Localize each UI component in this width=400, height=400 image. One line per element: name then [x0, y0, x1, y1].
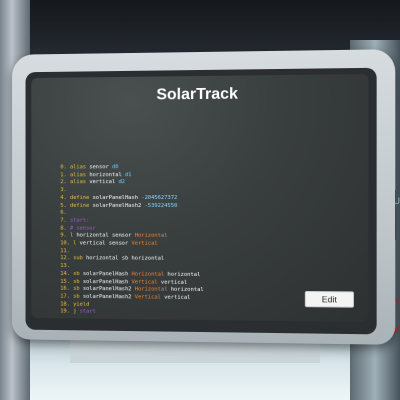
- code-token: vertical: [164, 294, 191, 301]
- code-token: vertical: [89, 179, 119, 186]
- code-token: Horizontal: [131, 271, 168, 278]
- code-token: sb: [121, 255, 132, 262]
- computer-monitor: SolarTrack 0. alias sensor d0 1. alias ho…: [12, 49, 396, 345]
- code-line: 2. alias vertical d2: [60, 179, 258, 187]
- code-token: start: [79, 308, 96, 316]
- code-token: Vertical: [131, 240, 158, 247]
- code-token: sensor: [111, 233, 135, 240]
- line-number: 6.: [60, 210, 70, 216]
- code-line: 5. define solarPanelHash2 -539224550: [60, 202, 258, 210]
- line-number: 1.: [60, 172, 70, 178]
- code-token: horizontal: [170, 286, 204, 294]
- line-number: 7.: [60, 217, 70, 224]
- code-token: sb: [73, 270, 83, 277]
- line-number: 17.: [60, 293, 74, 300]
- code-token: sensor: [108, 240, 132, 247]
- line-number: 11.: [60, 248, 74, 255]
- code-token: alias: [69, 179, 90, 186]
- line-number: 3.: [60, 187, 70, 194]
- line-number: 18.: [60, 301, 74, 308]
- code-token: horizontal: [76, 232, 112, 239]
- code-token: sb: [73, 293, 83, 300]
- code-token: sb: [73, 278, 83, 285]
- line-number: 15.: [60, 278, 74, 285]
- code-token: solarPanelHash: [82, 270, 132, 278]
- code-token: d1: [125, 171, 132, 178]
- line-number: 10.: [60, 240, 74, 247]
- line-number: 9.: [60, 232, 70, 239]
- code-token: vertical: [160, 279, 188, 286]
- code-token: solarPanelHash: [92, 194, 142, 201]
- code-token: horizontal: [167, 271, 201, 278]
- code-token: sb: [73, 286, 83, 293]
- code-token: horizontal: [86, 255, 122, 262]
- code-line: 3.: [60, 187, 258, 195]
- code-token: yield: [73, 301, 90, 308]
- code-token: alias: [69, 171, 90, 178]
- code-token: # sensor: [69, 225, 96, 232]
- code-token: -2045627372: [141, 194, 178, 201]
- line-number: 0.: [60, 164, 70, 171]
- line-number: 13.: [60, 263, 74, 270]
- code-token: horizontal: [89, 171, 126, 178]
- code-token: Vertical: [134, 294, 165, 301]
- code-token: define: [69, 202, 93, 209]
- code-token: alias: [69, 164, 90, 171]
- line-number: 4.: [60, 194, 70, 201]
- line-number: 2.: [60, 179, 70, 186]
- code-line: 19. j start: [60, 309, 258, 319]
- code-token: Vertical: [131, 278, 161, 286]
- program-title: SolarTrack: [156, 85, 238, 104]
- line-number: 5.: [60, 202, 70, 209]
- code-token: define: [69, 194, 93, 201]
- code-line: 4. define solarPanelHash -2045627372: [60, 195, 258, 203]
- code-token: solarPanelHash: [82, 278, 132, 285]
- code-token: Horizontal: [134, 233, 168, 240]
- monitor-screen: SolarTrack 0. alias sensor d0 1. alias ho…: [31, 73, 369, 323]
- code-token: d2: [118, 179, 126, 186]
- code-token: sensor: [89, 164, 112, 171]
- code-token: d0: [111, 164, 119, 171]
- code-token: horizontal: [131, 256, 165, 263]
- code-token: vertical: [79, 240, 109, 247]
- line-number: 8.: [60, 225, 70, 232]
- code-token: solarPanelHash2: [82, 286, 135, 293]
- line-number: 19.: [60, 308, 74, 315]
- code-token: start:: [69, 217, 90, 224]
- code-token: solarPanelHash2: [82, 293, 135, 301]
- code-listing: 0. alias sensor d0 1. alias horizontal d1…: [60, 164, 258, 319]
- line-number: 12.: [60, 255, 74, 262]
- edit-button[interactable]: Edit: [304, 290, 354, 308]
- code-token: Horizontal: [134, 286, 171, 293]
- code-token: solarPanelHash2: [92, 202, 145, 209]
- monitor-bezel: SolarTrack 0. alias sensor d0 1. alias ho…: [25, 67, 377, 335]
- line-number: 14.: [60, 270, 74, 277]
- code-token: -539224550: [144, 202, 178, 209]
- line-number: 16.: [60, 285, 74, 293]
- code-token: sub: [73, 255, 87, 262]
- code-line: 12. sub horizontal sb horizontal: [60, 256, 258, 265]
